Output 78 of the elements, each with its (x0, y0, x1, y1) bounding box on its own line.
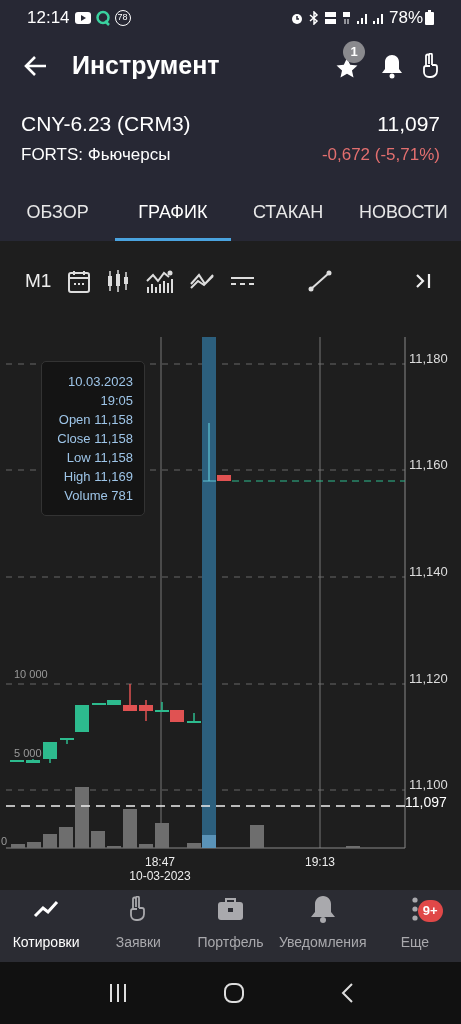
candlestick (139, 699, 153, 722)
chat-app-icon (94, 9, 111, 26)
screen-title: Инструмент (72, 50, 220, 82)
instrument-price: 11,097 (377, 111, 440, 137)
tab[interactable]: ОБЗОР (0, 183, 116, 241)
tooltip-line: Low 11,158 (66, 449, 133, 467)
volume-bar (43, 834, 57, 848)
tab[interactable]: НОВОСТИ (345, 183, 461, 241)
scroll-to-end-icon[interactable] (415, 273, 431, 289)
battery-icon (425, 10, 434, 25)
tooltip-line: 10.03.2023 (67, 373, 133, 391)
home-icon[interactable] (222, 982, 245, 1004)
candlestick-icon[interactable] (107, 269, 130, 293)
briefcase-icon (217, 897, 244, 921)
candlestick (75, 704, 89, 733)
time-axis-label: 19:13 (305, 855, 335, 869)
candlestick (123, 683, 137, 712)
candlestick (43, 741, 57, 764)
dashed-lines-icon[interactable] (231, 276, 255, 286)
tooltip-line: High 11,169 (63, 468, 133, 486)
trend-line-icon (33, 900, 60, 918)
price-axis-label: 11,120 (409, 671, 448, 686)
volume-axis-label: 5 000 (14, 747, 42, 759)
current-price-label: 11,097 (405, 794, 447, 810)
favorites-count-badge: 1 (343, 41, 365, 63)
volume-axis-label: 0 (1, 835, 8, 847)
nav-item[interactable]: Уведомления (276, 890, 369, 962)
back-icon[interactable] (339, 982, 354, 1004)
tooltip-line: 19:05 (100, 392, 133, 410)
price-axis-label: 11,180 (409, 351, 448, 366)
price-axis-label: 11,140 (409, 564, 448, 579)
price-change: -0,672 (-5,71%) (321, 143, 440, 166)
candlestick (60, 737, 74, 745)
bell-icon (309, 894, 336, 924)
hand-gesture-icon[interactable] (421, 53, 441, 79)
indicator-chart-icon[interactable] (146, 269, 174, 293)
volume-bar (59, 827, 73, 848)
nav-item[interactable]: Еще 9+ (368, 890, 461, 962)
candlestick (187, 712, 201, 723)
volume-bar (27, 842, 41, 848)
candlestick (10, 759, 24, 763)
nav-item[interactable]: Портфель (184, 890, 277, 962)
time-axis-label: 18:47 (145, 855, 175, 869)
price-axis-label: 11,100 (409, 777, 448, 792)
volume-bar (91, 831, 105, 848)
battery-level: 78% (388, 6, 423, 29)
candlestick (155, 701, 169, 712)
bell-icon[interactable] (381, 53, 403, 79)
recent-apps-icon[interactable] (107, 983, 128, 1003)
nav-item[interactable]: Заявки (92, 890, 185, 962)
timeframe-selector[interactable]: M1 (25, 266, 52, 296)
video-app-icon (74, 11, 91, 24)
tab[interactable]: СТАКАН (230, 183, 346, 241)
calendar-icon[interactable] (68, 269, 91, 293)
notification-badge: 9+ (417, 900, 443, 922)
market-name: FORTS: Фьючерсы (21, 143, 171, 166)
bluetooth-icon (308, 10, 319, 25)
candlestick (170, 709, 184, 723)
status-time: 12:14 (27, 6, 70, 29)
trend-line-icon[interactable] (308, 270, 333, 292)
more-dots-icon (411, 897, 418, 921)
tooltip-line: Open 11,158 (58, 411, 133, 429)
volume-axis-label: 10 000 (14, 668, 48, 680)
tooltip-line: Close 11,158 (57, 430, 133, 448)
volume-bar (250, 825, 264, 848)
volume-bar (123, 809, 137, 848)
price-axis-label: 11,160 (409, 457, 448, 472)
volume-bar (139, 844, 153, 848)
back-arrow-icon[interactable] (24, 55, 48, 77)
date-axis-label: 10-03-2023 (129, 869, 191, 883)
candlestick (26, 758, 40, 764)
tab[interactable]: ГРАФИК (115, 183, 231, 241)
network-icon (341, 10, 351, 25)
crossing-lines-icon[interactable] (190, 272, 215, 290)
volume-bar (11, 844, 25, 848)
tooltip-line: Volume 781 (64, 487, 133, 505)
instrument-name: CNY-6.23 (CRM3) (21, 111, 191, 137)
nav-item[interactable]: Котировки (0, 890, 93, 962)
